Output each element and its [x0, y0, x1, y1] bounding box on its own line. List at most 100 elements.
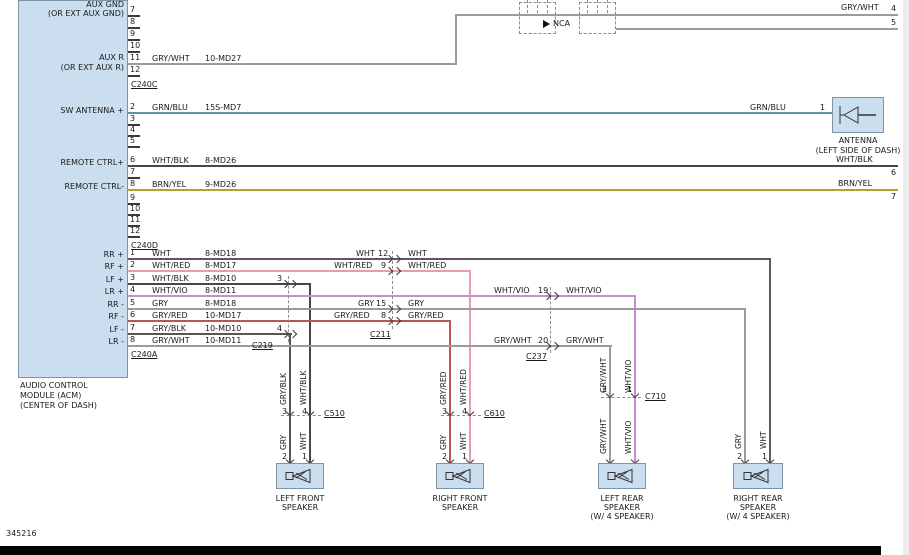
- speaker-icon: [605, 467, 639, 485]
- wire-circuit-label: 10-MD10: [205, 324, 241, 333]
- pin-number: 8: [130, 335, 135, 344]
- connector-label: C211: [370, 330, 391, 339]
- pin-number: 11: [130, 215, 140, 224]
- wire-rf-plus: [469, 270, 471, 463]
- pin-number: 4: [130, 125, 135, 134]
- option-wire-stub: [597, 0, 598, 13]
- antenna-label: ANTENNA: [832, 136, 884, 145]
- wire-rr-minus: [128, 308, 392, 310]
- wire-color-label: GRN/BLU: [750, 103, 786, 112]
- module-pin-label: AUX R: [20, 53, 124, 62]
- pin-number: 7: [130, 167, 135, 176]
- speaker-icon: [741, 467, 775, 485]
- pin-number: 9: [130, 29, 135, 38]
- module-title: AUDIO CONTROL: [20, 381, 88, 390]
- connector-label: C219: [252, 341, 273, 350]
- pin-number: 10: [130, 204, 140, 213]
- wire-color-label-vertical: WHT: [760, 431, 768, 449]
- bottom-bar: [0, 546, 881, 555]
- option-wire-stub: [537, 0, 538, 13]
- speaker-label: (W/ 4 SPEAKER): [577, 512, 667, 521]
- connector-label: C610: [484, 409, 505, 418]
- wire-color-label-vertical: WHT/VIO: [625, 421, 633, 454]
- speaker-icon: [283, 467, 317, 485]
- antenna-icon: [836, 102, 880, 128]
- option-wire-stub: [587, 0, 588, 13]
- wire-color-label-vertical: GRY/BLK: [280, 373, 288, 405]
- pin-number: 10: [130, 41, 140, 50]
- right-margin: [903, 0, 909, 555]
- connector-label: C240C: [131, 80, 157, 89]
- pin-number: 11: [130, 53, 140, 62]
- connector-chevron-icon: [289, 280, 297, 288]
- wire-color-label-vertical: GRY/WHT: [600, 419, 608, 454]
- pin-number: 15: [376, 299, 386, 308]
- wire-circuit-label: 8-MD10: [205, 274, 236, 283]
- wire-circuit-label: 8-MD26: [205, 156, 236, 165]
- wire-color-label: GRY/RED: [334, 311, 370, 320]
- speaker-label: LEFT REAR: [577, 494, 667, 503]
- nca-arrow-icon: [543, 20, 550, 28]
- wire-nca: [616, 28, 898, 30]
- wire-color-label: WHT/BLK: [152, 156, 189, 165]
- wire-rr-minus: [744, 308, 746, 463]
- wire-color-label: GRY/WHT: [841, 3, 879, 12]
- pin-stub: [128, 236, 140, 238]
- wire-color-label-vertical: WHT/RED: [460, 369, 468, 405]
- pin-number: 2: [130, 102, 135, 111]
- wire-lr-minus: [609, 345, 611, 463]
- wire-color-label: WHT/BLK: [836, 155, 873, 164]
- wire-sw-antenna: [128, 112, 832, 114]
- wire-color-label: GRY: [358, 299, 374, 308]
- module-title: (CENTER OF DASH): [20, 401, 97, 410]
- module-pin-label: RF +: [20, 262, 124, 271]
- pin-stub: [128, 146, 140, 148]
- wire-circuit-label: 8-MD18: [205, 249, 236, 258]
- wire-rf-plus: [392, 270, 471, 272]
- pin-number: 12: [130, 226, 140, 235]
- wire-lr-plus: [128, 295, 551, 297]
- connector-label: C710: [645, 392, 666, 401]
- wire-lr-plus: [634, 295, 636, 463]
- wire-rr-plus: [128, 258, 392, 260]
- pin-number: 5: [130, 298, 135, 307]
- pin-number: 3: [130, 273, 135, 282]
- module-title: MODULE (ACM): [20, 391, 81, 400]
- wire-lf-minus: [128, 333, 289, 335]
- pin-number: 6: [130, 155, 135, 164]
- wire-color-label-vertical: WHT: [300, 432, 308, 450]
- speaker-label: (W/ 4 SPEAKER): [713, 512, 803, 521]
- wire-circuit-label: 10-MD11: [205, 336, 241, 345]
- wire-color-label: GRY: [152, 299, 168, 308]
- module-pin-label: LF +: [20, 275, 124, 284]
- pin-number: 12: [130, 65, 140, 74]
- speaker-label: LEFT FRONT: [255, 494, 345, 503]
- antenna-location-label: (LEFT SIDE OF DASH): [806, 146, 909, 155]
- wire-rr-plus: [392, 258, 771, 260]
- pin-number: 4: [891, 4, 896, 13]
- wire-color-label: GRY/RED: [408, 311, 444, 320]
- pin-number: 6: [130, 310, 135, 319]
- wire-color-label: GRY/RED: [152, 311, 188, 320]
- wire-color-label: GRY/WHT: [566, 336, 604, 345]
- wire-rr-minus: [392, 308, 746, 310]
- module-pin-label: AUX GND: [20, 0, 124, 9]
- pin-number: 3: [130, 114, 135, 123]
- option-wire-stub: [527, 0, 528, 13]
- wiring-diagram-canvas: AUX GND (OR EXT AUX GND) AUX R (OR EXT A…: [0, 0, 909, 555]
- wire-color-label: BRN/YEL: [152, 180, 186, 189]
- wire-color-label: WHT/VIO: [566, 286, 602, 295]
- speaker-label: SPEAKER: [713, 503, 803, 512]
- connector-label: C240A: [131, 350, 157, 359]
- wire-circuit-label: 8-MD11: [205, 286, 236, 295]
- speaker-label: SPEAKER: [577, 503, 667, 512]
- wire-lf-plus: [128, 283, 289, 285]
- wire-lf-minus: [289, 333, 291, 463]
- wire-color-label-vertical: GRY: [440, 435, 448, 450]
- module-pin-label: RR +: [20, 250, 124, 259]
- connector-chevron-icon: [393, 267, 401, 275]
- wire-color-label-vertical: GRY: [735, 434, 743, 449]
- pin-number: 9: [130, 193, 135, 202]
- wire-color-label: GRY/WHT: [152, 336, 190, 345]
- wire-circuit-label: 8-MD17: [205, 261, 236, 270]
